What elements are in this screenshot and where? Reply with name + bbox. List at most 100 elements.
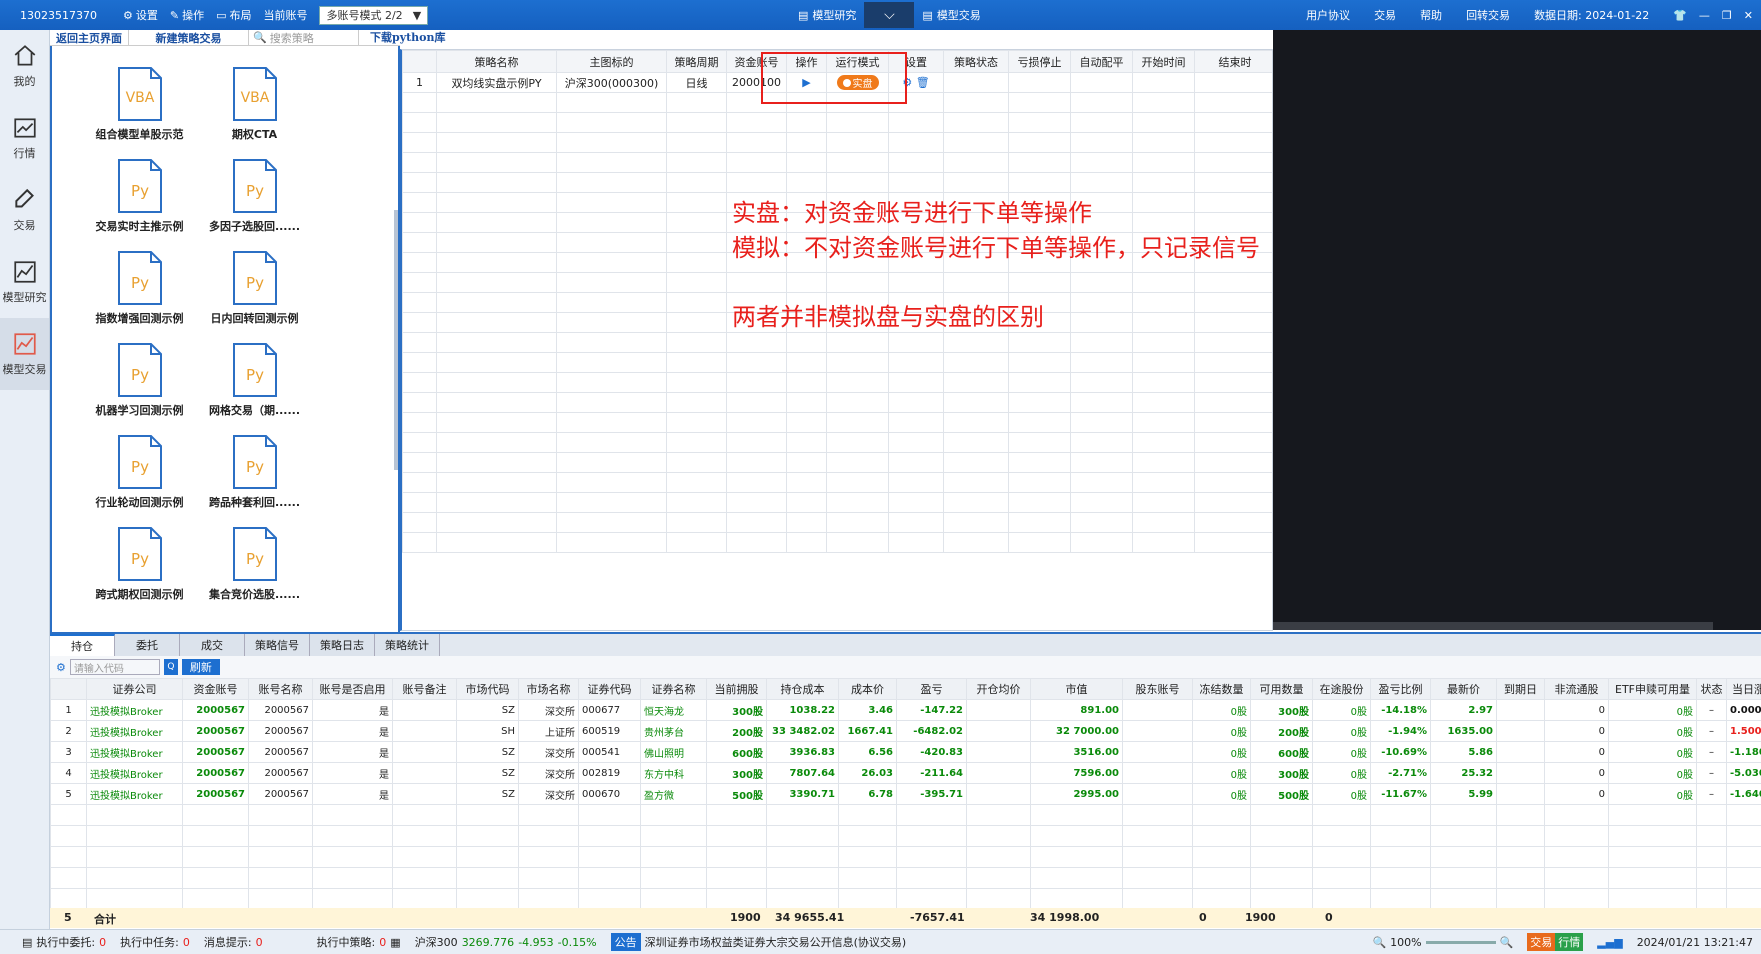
table-row[interactable]: 3 迅投模拟Broker 2000567 2000567 是 SZ 深交所 000541 佛山照… (50, 741, 1761, 763)
close-icon[interactable]: ✕ (1744, 9, 1753, 22)
quote-badge[interactable]: 行情 (1555, 933, 1584, 951)
positions-header[interactable]: 证券公司 (86, 678, 183, 700)
operate-menu[interactable]: ✎ 操作 (170, 7, 204, 23)
positions-header[interactable]: 账号备注 (392, 678, 457, 700)
notice[interactable]: 公告 深圳证券市场权益类证券大宗交易公开信息(协议交易) (610, 933, 906, 951)
layout-menu[interactable]: ▭ 布局 (216, 7, 251, 23)
strategy-item[interactable]: Py 行业轮动回测示例 (82, 434, 197, 510)
strategy-item[interactable]: Py 集合竞价选股...... (197, 526, 312, 602)
strategy-table-header[interactable]: 自动配平 (1070, 50, 1133, 73)
settings-menu[interactable]: ⚙ 设置 (123, 7, 158, 23)
strategy-table-header[interactable]: 结束时 (1194, 50, 1272, 73)
zoom-control[interactable]: 🔍 100% 🔍 (1372, 936, 1513, 949)
strategy-item[interactable]: Py 交易实时主推示例 (82, 158, 197, 234)
skin-icon[interactable]: 👕 (1673, 9, 1687, 22)
search-icon[interactable]: Q (163, 659, 178, 675)
nav-model-trade[interactable]: 模型交易 (0, 318, 49, 390)
nav-model-research[interactable]: 模型研究 (0, 246, 49, 318)
positions-header[interactable]: 账号是否启用 (312, 678, 393, 700)
strategy-table-header[interactable]: 亏损停止 (1008, 50, 1071, 73)
positions-header[interactable]: 盈亏 (896, 678, 967, 700)
exec-orders-status[interactable]: ▤ 执行中委托: 0 (22, 934, 106, 950)
strategy-item[interactable]: VBA 期权CTA (197, 66, 312, 142)
tab-5[interactable]: 策略统计 (375, 634, 440, 656)
trade-badge[interactable]: 交易 (1527, 933, 1556, 951)
strategy-item[interactable]: Py 机器学习回测示例 (82, 342, 197, 418)
restore-icon[interactable]: ❐ (1722, 9, 1732, 22)
positions-header[interactable]: 股东账号 (1122, 678, 1193, 700)
menu-help[interactable]: 帮助 (1420, 7, 1442, 23)
positions-header[interactable]: 持仓成本 (766, 678, 839, 700)
menu-trade[interactable]: 交易 (1374, 7, 1396, 23)
table-row[interactable]: 1 迅投模拟Broker 2000567 2000567 是 SZ 深交所 000677 恒天海… (50, 699, 1761, 721)
tab-1[interactable]: 委托 (115, 634, 180, 656)
chart-scrollbar[interactable] (1273, 622, 1713, 630)
trash-icon[interactable]: 🗑 (916, 76, 930, 89)
strategy-table-header[interactable]: 策略状态 (943, 50, 1009, 73)
code-input[interactable]: 请输入代码 (69, 659, 160, 675)
tab-dropdown-button[interactable]: ⌵ (864, 2, 915, 28)
tab-2[interactable]: 成交 (180, 634, 245, 656)
positions-header[interactable]: 状态 (1696, 678, 1727, 700)
message-status[interactable]: 消息提示: 0 (204, 934, 263, 950)
strategy-table-header[interactable]: 策略周期 (666, 50, 727, 73)
positions-header[interactable]: 证券代码 (578, 678, 641, 700)
positions-header[interactable]: 证券名称 (640, 678, 707, 700)
strategy-search-input[interactable]: 🔍 搜索策略 (249, 29, 359, 46)
strategy-list-scrollbar[interactable] (394, 210, 398, 470)
exec-strategy-status[interactable]: 执行中策略: 0 ▦ (317, 934, 401, 950)
strategy-item[interactable]: Py 跨式期权回测示例 (82, 526, 197, 602)
tab-model-research[interactable]: ▤ 模型研究 (790, 0, 864, 30)
positions-header[interactable]: 账号名称 (248, 678, 313, 700)
strategy-table-header[interactable]: 策略名称 (436, 50, 557, 73)
positions-header[interactable]: 可用数量 (1250, 678, 1313, 700)
positions-header[interactable]: ETF申赎可用量 (1608, 678, 1697, 700)
nav-quotes[interactable]: 行情 (0, 102, 49, 174)
nav-trade[interactable]: 交易 (0, 174, 49, 246)
strategy-item[interactable]: Py 网格交易（期...... (197, 342, 312, 418)
table-row[interactable]: 4 迅投模拟Broker 2000567 2000567 是 SZ 深交所 002819 东方中… (50, 762, 1761, 784)
tab-4[interactable]: 策略日志 (310, 634, 375, 656)
table-row (402, 512, 1272, 533)
refresh-button[interactable]: 刷新 (181, 659, 220, 675)
strategy-table-header[interactable]: 开始时间 (1132, 50, 1195, 73)
positions-header[interactable]: 市场代码 (456, 678, 519, 700)
account-mode-select[interactable]: 多账号模式 2/2 ▼ (319, 5, 429, 25)
table-row[interactable]: 2 迅投模拟Broker 2000567 2000567 是 SH 上证所 600519 贵州茅… (50, 720, 1761, 742)
strategy-item[interactable]: Py 跨品种套利回...... (197, 434, 312, 510)
positions-header[interactable]: 非流通股 (1544, 678, 1609, 700)
minimize-icon[interactable]: — (1699, 9, 1710, 22)
strategy-table-header[interactable] (402, 50, 437, 73)
table-row[interactable]: 5 迅投模拟Broker 2000567 2000567 是 SZ 深交所 000670 盈方微… (50, 783, 1761, 805)
download-python-link[interactable]: 下载python库 (370, 30, 446, 46)
tab-3[interactable]: 策略信号 (245, 634, 310, 656)
strategy-item[interactable]: Py 多因子选股回...... (197, 158, 312, 234)
strategy-item[interactable]: Py 指数增强回测示例 (82, 250, 197, 326)
menu-rotation-trade[interactable]: 回转交易 (1466, 7, 1510, 23)
positions-header[interactable]: 市值 (1030, 678, 1123, 700)
positions-header[interactable]: 冻结数量 (1192, 678, 1251, 700)
tab-0[interactable]: 持仓 (50, 634, 115, 656)
strategy-table-header[interactable]: 主图标的 (556, 50, 667, 73)
tab-model-trade[interactable]: ▤ 模型交易 (914, 0, 988, 30)
positions-header[interactable]: 开仓均价 (966, 678, 1031, 700)
nav-mine[interactable]: 我的 (0, 30, 49, 102)
menu-user-agreement[interactable]: 用户协议 (1306, 7, 1350, 23)
positions-header[interactable]: 最新价 (1430, 678, 1497, 700)
back-home-link[interactable]: 返回主页界面 (50, 29, 129, 46)
strategy-item[interactable]: Py 日内回转回测示例 (197, 250, 312, 326)
positions-header[interactable]: 盈亏比例 (1370, 678, 1431, 700)
positions-header[interactable]: 在途股份 (1312, 678, 1371, 700)
new-strategy-link[interactable]: 新建策略交易 (129, 29, 249, 46)
strategy-item[interactable]: VBA 组合模型单股示范 (82, 66, 197, 142)
positions-header[interactable]: 当日涨幅 (1726, 678, 1761, 700)
positions-header[interactable]: 到期日 (1496, 678, 1545, 700)
positions-header[interactable]: 市场名称 (518, 678, 579, 700)
annotation-sim: 模拟：不对资金账号进行下单等操作，只记录信号 (732, 234, 1260, 262)
positions-header[interactable] (50, 678, 87, 700)
exec-tasks-status[interactable]: 执行中任务: 0 (120, 934, 190, 950)
positions-header[interactable]: 成本价 (838, 678, 897, 700)
gear-icon[interactable]: ⚙ (56, 661, 66, 674)
positions-header[interactable]: 当前拥股 (706, 678, 767, 700)
positions-header[interactable]: 资金账号 (182, 678, 249, 700)
